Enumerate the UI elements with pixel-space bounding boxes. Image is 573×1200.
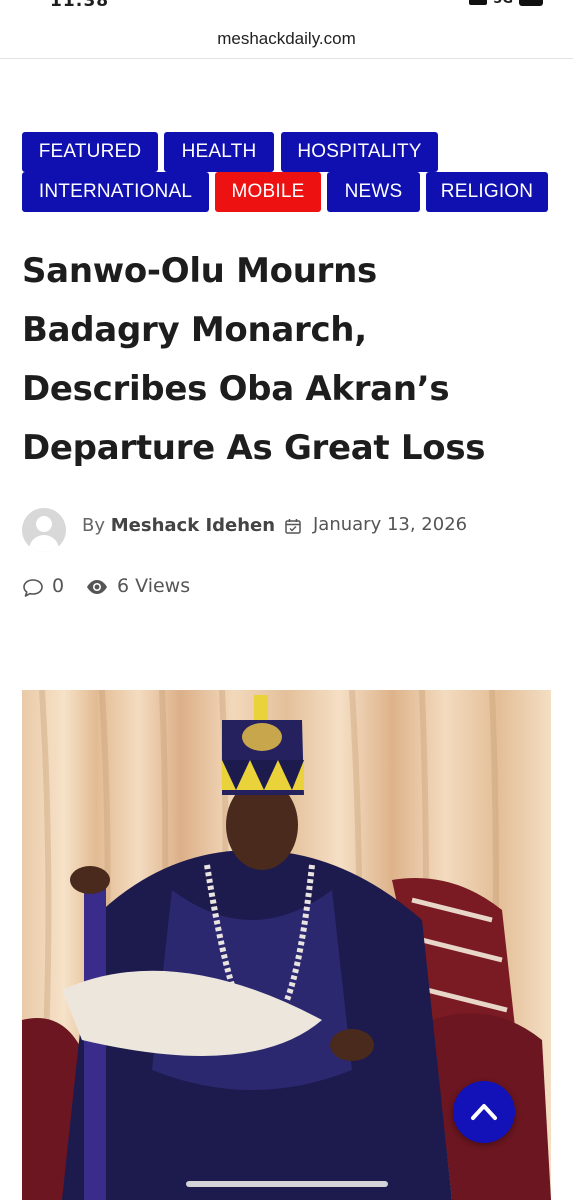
category-health[interactable]: HEALTH xyxy=(164,132,274,172)
browser-url[interactable]: meshackdaily.com xyxy=(0,25,573,57)
category-news[interactable]: NEWS xyxy=(327,172,420,212)
chevron-up-icon xyxy=(471,1104,497,1120)
category-religion[interactable]: RELIGION xyxy=(426,172,548,212)
eye-icon xyxy=(87,580,107,594)
status-time: 11:38 xyxy=(50,0,110,11)
battery-icon xyxy=(519,0,543,6)
comment-count[interactable]: 0 xyxy=(52,575,64,597)
byline-prefix: By xyxy=(82,515,106,536)
status-bar: 11:38 5G xyxy=(0,0,573,11)
publish-date: January 13, 2026 xyxy=(313,514,468,535)
author-name[interactable]: Meshack Idehen xyxy=(111,515,275,536)
comment-icon[interactable] xyxy=(22,578,44,598)
status-indicators: 5G xyxy=(469,0,543,7)
calendar-icon xyxy=(285,519,301,534)
user-avatar-icon[interactable] xyxy=(22,508,66,552)
byline: By Meshack Idehen xyxy=(82,515,275,536)
category-international[interactable]: INTERNATIONAL xyxy=(22,172,209,212)
view-count: 6 Views xyxy=(117,575,191,597)
network-label: 5G xyxy=(493,0,513,7)
scroll-to-top-button[interactable] xyxy=(453,1081,515,1143)
url-divider xyxy=(0,58,573,59)
article-title: Sanwo-Olu Mourns Badagry Monarch, Descri… xyxy=(22,251,486,468)
category-featured[interactable]: FEATURED xyxy=(22,132,158,172)
category-hospitality[interactable]: HOSPITALITY xyxy=(281,132,438,172)
home-indicator xyxy=(186,1181,388,1187)
category-mobile[interactable]: MOBILE xyxy=(215,172,321,212)
signal-icon xyxy=(469,0,488,5)
